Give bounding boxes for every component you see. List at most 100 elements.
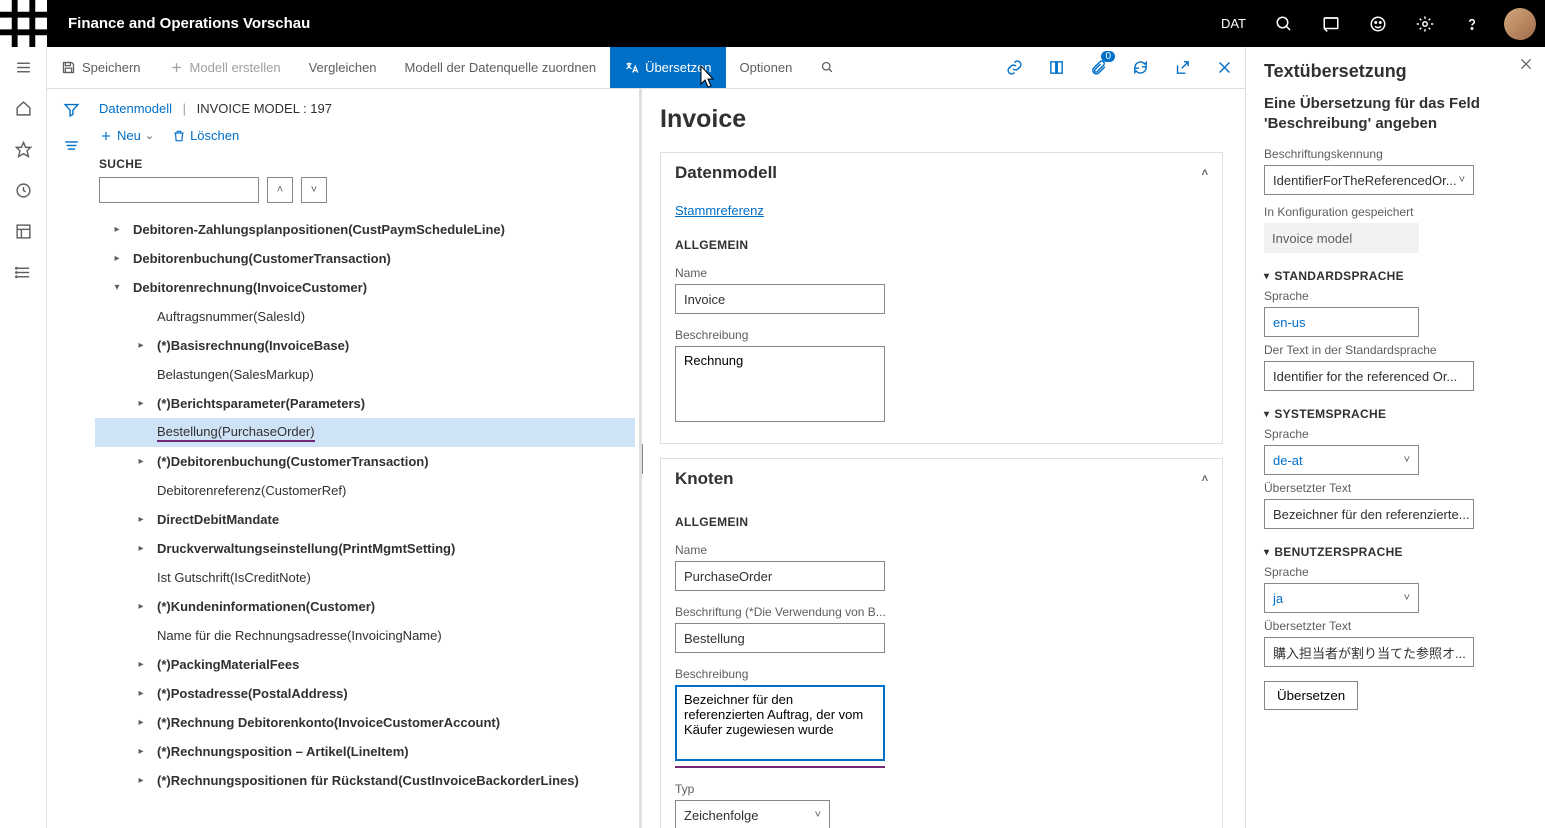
tree-node[interactable]: ▸DirectDebitMandate [95, 505, 635, 534]
default-lang[interactable]: en-us [1264, 307, 1419, 337]
tree-node-label: Debitorenrechnung(InvoiceCustomer) [133, 280, 367, 296]
caret-icon[interactable]: ▸ [133, 746, 149, 757]
caret-icon[interactable]: ▸ [133, 775, 149, 786]
close-icon[interactable] [1203, 47, 1245, 89]
caret-icon[interactable]: ▸ [133, 543, 149, 554]
group-system-lang[interactable]: SYSTEMSPRACHE [1264, 407, 1527, 421]
company-chip[interactable]: DAT [1207, 16, 1260, 31]
caret-icon[interactable]: ▸ [133, 340, 149, 351]
attachment-badge: 0 [1101, 51, 1115, 62]
caret-icon[interactable]: ▸ [133, 398, 149, 409]
node-caption-field[interactable]: Bestellung [675, 623, 885, 653]
section-datamodel-header[interactable]: Datenmodell ˄ [661, 153, 1222, 193]
tree-node[interactable]: Auftragsnummer(SalesId) [95, 302, 635, 331]
new-button[interactable]: Neu ⌄ [99, 128, 154, 143]
system-lang-select[interactable]: de-at ˅ [1264, 445, 1419, 475]
tree-node[interactable]: Ist Gutschrift(IsCreditNote) [95, 563, 635, 592]
tree-node[interactable]: Name für die Rechnungsadresse(InvoicingN… [95, 621, 635, 650]
tree-node-label: (*)Postadresse(PostalAddress) [157, 686, 348, 702]
translate-button[interactable]: Übersetzen [610, 47, 725, 88]
node-desc-field[interactable] [675, 685, 885, 761]
caret-icon[interactable]: ▸ [133, 717, 149, 728]
tree[interactable]: ▸Debitoren-Zahlungsplanpositionen(CustPa… [95, 215, 639, 828]
attachment-icon[interactable]: 0 [1077, 47, 1119, 89]
user-lang-select[interactable]: ja ˅ [1264, 583, 1419, 613]
dm-name-field[interactable]: Invoice [675, 284, 885, 314]
waffle-icon[interactable] [0, 0, 47, 47]
funnel-icon[interactable] [63, 101, 80, 121]
label-id-select[interactable]: IdentifierForTheReferencedOr... ˅ [1264, 165, 1474, 195]
chat-icon[interactable] [1307, 0, 1354, 47]
tree-node[interactable]: ▸(*)PackingMaterialFees [95, 650, 635, 679]
tree-node[interactable]: ▸(*)Rechnungspositionen für Rückstand(Cu… [95, 766, 635, 795]
search-input[interactable] [99, 177, 259, 203]
default-lang-text[interactable]: Identifier for the referenced Or... [1264, 361, 1474, 391]
delete-button[interactable]: Löschen [172, 128, 239, 143]
caret-icon[interactable]: ▸ [133, 456, 149, 467]
compare-button[interactable]: Vergleichen [295, 47, 391, 88]
caret-icon[interactable]: ▸ [109, 253, 125, 264]
search-next-button[interactable]: ˅ [301, 177, 327, 203]
home-icon[interactable] [0, 88, 47, 129]
dm-desc-field[interactable] [675, 346, 885, 422]
search-prev-button[interactable]: ˄ [267, 177, 293, 203]
modules-icon[interactable] [0, 252, 47, 293]
tree-node[interactable]: Debitorenreferenz(CustomerRef) [95, 476, 635, 505]
group-default-lang[interactable]: STANDARDSPRACHE [1264, 269, 1527, 283]
section-node-header[interactable]: Knoten ˄ [661, 459, 1222, 499]
tree-node[interactable]: Belastungen(SalesMarkup) [95, 360, 635, 389]
refresh-icon[interactable] [1119, 47, 1161, 89]
smile-icon[interactable] [1354, 0, 1401, 47]
splitter-handle[interactable] [642, 444, 643, 474]
caret-icon[interactable]: ▾ [109, 282, 125, 293]
save-button[interactable]: Speichern [47, 47, 155, 88]
hamburger-icon[interactable] [0, 47, 47, 88]
recent-icon[interactable] [0, 170, 47, 211]
root-reference-link[interactable]: Stammreferenz [675, 199, 764, 228]
link-icon[interactable] [993, 47, 1035, 89]
gear-icon[interactable] [1401, 0, 1448, 47]
tree-node[interactable]: ▸Debitorenbuchung(CustomerTransaction) [95, 244, 635, 273]
system-lang-text[interactable]: Bezeichner für den referenzierte... [1264, 499, 1474, 529]
tree-node[interactable]: ▸ (*)Postadresse(PostalAddress) [95, 679, 635, 708]
caret-icon[interactable]: ▸ [109, 224, 125, 235]
node-type-select[interactable]: Zeichenfolge ˅ [675, 800, 830, 828]
cmdbar-search-icon[interactable] [806, 47, 849, 88]
search-icon[interactable] [1260, 0, 1307, 47]
tree-node[interactable]: ▸ (*)Berichtsparameter(Parameters) [95, 389, 635, 418]
save-label: Speichern [82, 60, 141, 75]
avatar[interactable] [1504, 8, 1536, 40]
options-button[interactable]: Optionen [726, 47, 807, 88]
book-icon[interactable] [1035, 47, 1077, 89]
tree-pane: Datenmodell | INVOICE MODEL : 197 Neu ⌄ … [95, 89, 642, 828]
caret-icon[interactable]: ▸ [133, 688, 149, 699]
group-user-lang[interactable]: BENUTZERSPRACHE [1264, 545, 1527, 559]
user-lang-text[interactable]: 購入担当者が割り当てた参照オ... [1264, 637, 1474, 667]
tree-node[interactable]: ▸(*)Basisrechnung(InvoiceBase) [95, 331, 635, 360]
caret-icon[interactable]: ▸ [133, 514, 149, 525]
translate-action-button[interactable]: Übersetzen [1264, 681, 1358, 710]
create-model-button[interactable]: Modell erstellen [155, 47, 295, 88]
tree-node[interactable]: Bestellung(PurchaseOrder) [95, 418, 635, 447]
tree-node[interactable]: ▸Druckverwaltungseinstellung(PrintMgmtSe… [95, 534, 635, 563]
tree-node[interactable]: ▸(*)Kundeninformationen(Customer) [95, 592, 635, 621]
map-datasource-button[interactable]: Modell der Datenquelle zuordnen [391, 47, 611, 88]
chevron-down-icon: ˅ [1459, 174, 1465, 186]
star-icon[interactable] [0, 129, 47, 170]
tree-node[interactable]: ▸(*)Rechnungsposition – Artikel(LineItem… [95, 737, 635, 766]
breadcrumb-root[interactable]: Datenmodell [99, 101, 172, 116]
tree-node-label: (*)Berichtsparameter(Parameters) [157, 396, 365, 412]
panel-close-icon[interactable] [1519, 57, 1533, 74]
caret-icon[interactable]: ▸ [133, 659, 149, 670]
tree-node[interactable]: ▾ Debitorenrechnung(InvoiceCustomer) [95, 273, 635, 302]
lines-icon[interactable] [63, 137, 80, 157]
caret-icon[interactable]: ▸ [133, 601, 149, 612]
workspace-icon[interactable] [0, 211, 47, 252]
help-icon[interactable] [1448, 0, 1495, 47]
popout-icon[interactable] [1161, 47, 1203, 89]
tree-node[interactable]: ▸Debitoren-Zahlungsplanpositionen(CustPa… [95, 215, 635, 244]
left-nav [0, 47, 47, 828]
tree-node[interactable]: ▸(*)Debitorenbuchung(CustomerTransaction… [95, 447, 635, 476]
tree-node[interactable]: ▸(*)Rechnung Debitorenkonto(InvoiceCusto… [95, 708, 635, 737]
node-name-field[interactable]: PurchaseOrder [675, 561, 885, 591]
